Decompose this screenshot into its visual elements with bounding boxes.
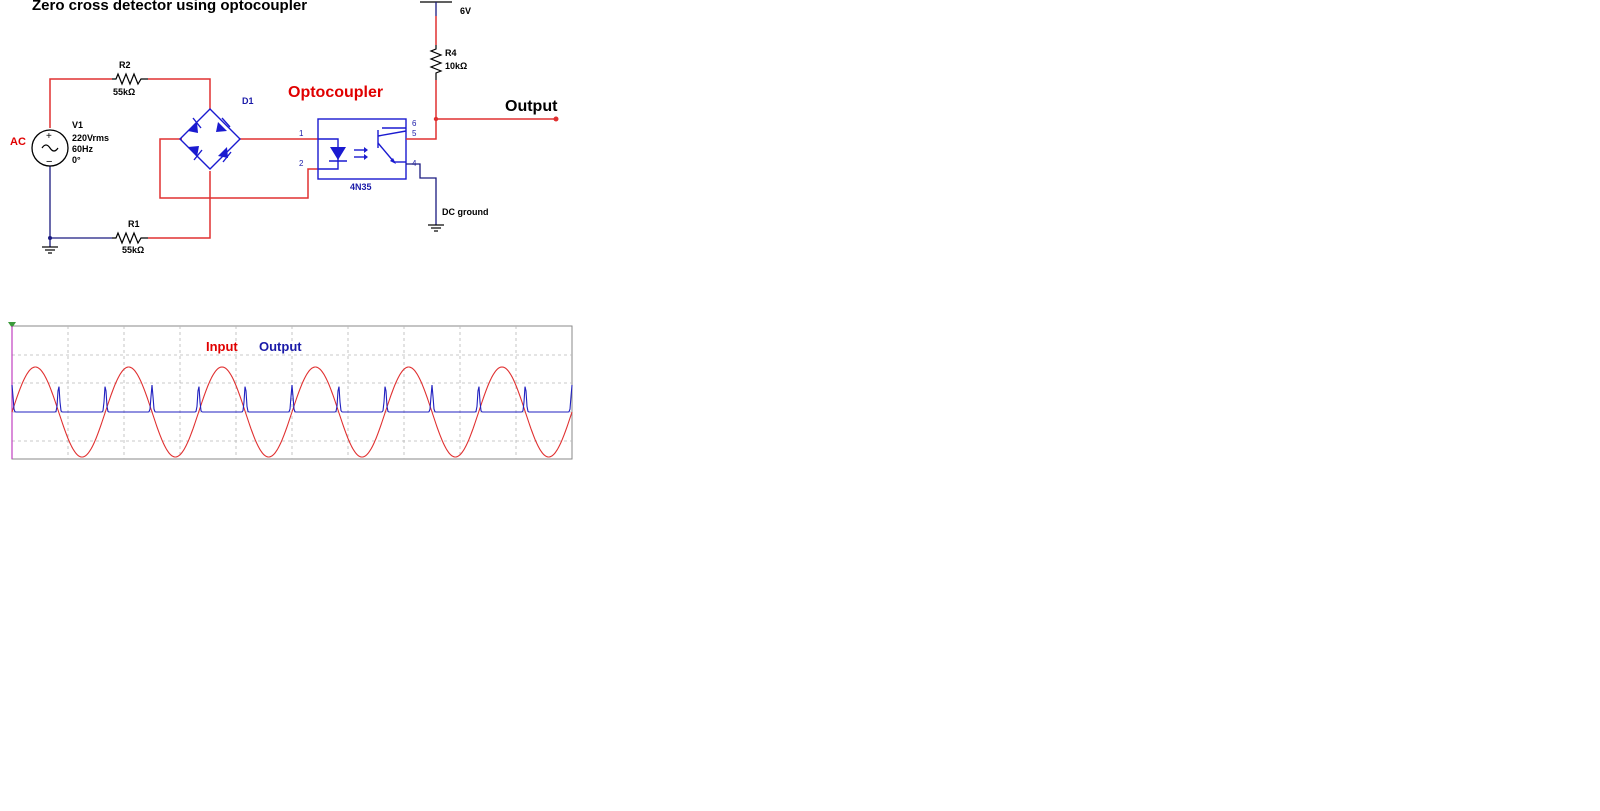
dc-ground-label: DC ground [442, 207, 489, 217]
r2-name: R2 [119, 60, 131, 70]
source-name: V1 [72, 120, 83, 130]
r2-value: 55kΩ [113, 87, 135, 97]
wire-r1-bridge [148, 171, 211, 239]
supply-value: 6V [460, 6, 471, 16]
legend-input: Input [206, 339, 238, 354]
optocoupler-heading: Optocoupler [288, 84, 383, 101]
resistor-r1 [112, 231, 148, 245]
wire-r2-bridge [148, 78, 211, 109]
output-label: Output [505, 98, 558, 115]
opto-pin-1: 1 [299, 129, 304, 138]
optocoupler-4n35 [317, 118, 407, 180]
wire-bridge-minus [159, 138, 318, 199]
wire-collector [406, 119, 437, 140]
output-terminal [553, 116, 559, 122]
ac-source: + − [31, 129, 69, 168]
source-frequency: 60Hz [72, 144, 94, 154]
source-voltage: 220Vrms [72, 133, 109, 143]
wire-source-bottom [49, 166, 112, 239]
resistor-r2 [112, 72, 148, 86]
r1-name: R1 [128, 219, 140, 229]
opto-pin-6: 6 [412, 119, 417, 128]
r4-name: R4 [445, 48, 457, 58]
diagram-title: Zero cross detector using optocoupler [32, 0, 307, 14]
r1-value: 55kΩ [122, 245, 144, 255]
r4-value: 10kΩ [445, 61, 467, 71]
resistor-r4 [429, 45, 443, 80]
bridge-name: D1 [242, 96, 254, 106]
ac-label: AC [10, 136, 26, 148]
source-phase: 0° [72, 155, 81, 165]
supply-6v [420, 1, 452, 16]
wire-emitter-ground [406, 163, 437, 225]
opto-pin-2: 2 [299, 159, 304, 168]
optocoupler-part: 4N35 [350, 182, 372, 192]
opto-pin-5: 5 [412, 129, 417, 138]
svg-text:−: − [46, 156, 52, 168]
svg-text:+: + [46, 131, 52, 142]
bridge-rectifier [179, 108, 241, 170]
ground-symbol-dc [428, 224, 444, 232]
legend-output: Output [259, 339, 302, 354]
circuit-canvas: Zero cross detector using optocoupler + … [8, 0, 573, 460]
